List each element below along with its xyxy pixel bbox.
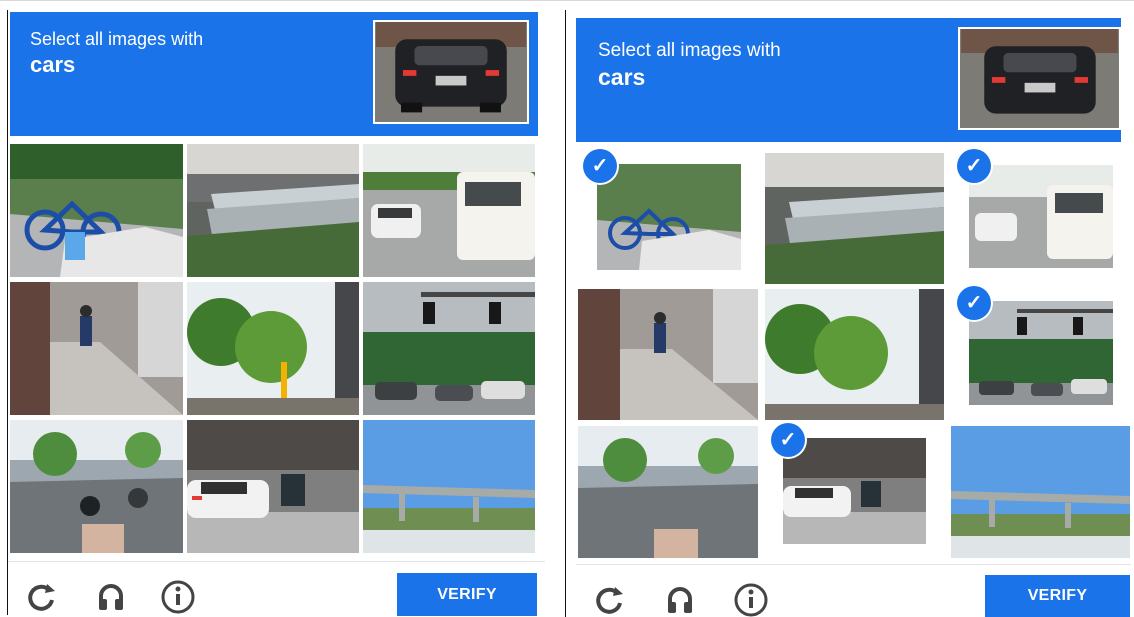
- comparison-stage: Select all images with cars VERIFY Selec…: [0, 0, 1134, 617]
- rear-car-scene: [961, 29, 1118, 128]
- challenge-header: Select all images with cars: [10, 12, 538, 136]
- target-object: cars: [30, 52, 76, 77]
- challenge-header: Select all images with cars: [576, 18, 1121, 142]
- bridge-scene: [363, 420, 535, 553]
- reload-button[interactable]: [590, 580, 630, 617]
- white-car-bus-scene: [969, 165, 1113, 268]
- reload-button[interactable]: [22, 577, 62, 617]
- tile-1[interactable]: [10, 144, 183, 277]
- tile-8[interactable]: [187, 420, 359, 553]
- prompt-text: Select all images with: [598, 40, 781, 61]
- guardrail-scene: [187, 144, 359, 277]
- check-icon: ✓: [583, 149, 617, 183]
- trees-scene: [187, 282, 359, 415]
- tile-6-selected[interactable]: [969, 301, 1113, 405]
- sidewalk-scene: [10, 282, 183, 415]
- tile-3[interactable]: [363, 144, 535, 277]
- white-car-scooter-scene: [783, 438, 926, 544]
- check-icon: ✓: [957, 149, 991, 183]
- bicycle-car-scene: [10, 144, 183, 277]
- info-button[interactable]: [731, 580, 771, 617]
- check-icon: ✓: [771, 423, 805, 457]
- tile-2[interactable]: [765, 153, 944, 284]
- audio-icon: [99, 584, 123, 610]
- guardrail-scene: [765, 153, 944, 284]
- tile-1-selected[interactable]: [597, 164, 741, 270]
- traffic-light-cars-scene: [363, 282, 535, 415]
- top-divider: [0, 0, 1134, 1]
- reload-icon: [596, 587, 623, 614]
- tile-6[interactable]: [363, 282, 535, 415]
- info-button[interactable]: [158, 577, 198, 617]
- tile-5[interactable]: [187, 282, 359, 415]
- white-car-bus-scene: [363, 144, 535, 277]
- challenge-prompt: Select all images with cars: [598, 40, 781, 90]
- audio-icon: [668, 587, 692, 613]
- verify-button[interactable]: VERIFY: [397, 573, 537, 616]
- footer-divider: [8, 561, 545, 562]
- bridge-scene: [951, 426, 1130, 558]
- bicycle-car-scene: [597, 164, 741, 270]
- prompt-text: Select all images with: [30, 29, 204, 49]
- tile-3-selected[interactable]: [969, 165, 1113, 268]
- tile-9[interactable]: [951, 426, 1130, 558]
- audio-button[interactable]: [660, 580, 700, 617]
- check-icon: ✓: [957, 286, 991, 320]
- reload-icon: [28, 584, 55, 611]
- tile-5[interactable]: [765, 289, 944, 420]
- tile-7[interactable]: [578, 426, 758, 558]
- traffic-light-cars-scene: [969, 301, 1113, 405]
- scooters-scene: [578, 426, 758, 558]
- tile-2[interactable]: [187, 144, 359, 277]
- info-icon: [734, 583, 768, 617]
- white-car-scooter-scene: [187, 420, 359, 553]
- tile-4[interactable]: [10, 282, 183, 415]
- challenge-prompt: Select all images with cars: [30, 28, 203, 76]
- target-object: cars: [598, 64, 646, 90]
- verify-button[interactable]: VERIFY: [985, 575, 1130, 617]
- tile-8-selected[interactable]: [783, 438, 926, 544]
- sidewalk-scene: [578, 289, 758, 420]
- captcha-widget-unselected: Select all images with cars VERIFY: [7, 10, 551, 617]
- tile-4[interactable]: [578, 289, 758, 420]
- tile-7[interactable]: [10, 420, 183, 553]
- sample-car-image: [958, 27, 1121, 130]
- sample-car-image: [373, 20, 529, 124]
- rear-car-scene: [376, 22, 526, 122]
- audio-button[interactable]: [91, 577, 131, 617]
- info-icon: [161, 580, 195, 614]
- tile-9[interactable]: [363, 420, 535, 553]
- footer-divider: [576, 564, 1131, 565]
- trees-scene: [765, 289, 944, 420]
- scooters-scene: [10, 420, 183, 553]
- captcha-widget-selected: Select all images with cars ✓ ✓ ✓ ✓ VERI…: [565, 10, 1134, 617]
